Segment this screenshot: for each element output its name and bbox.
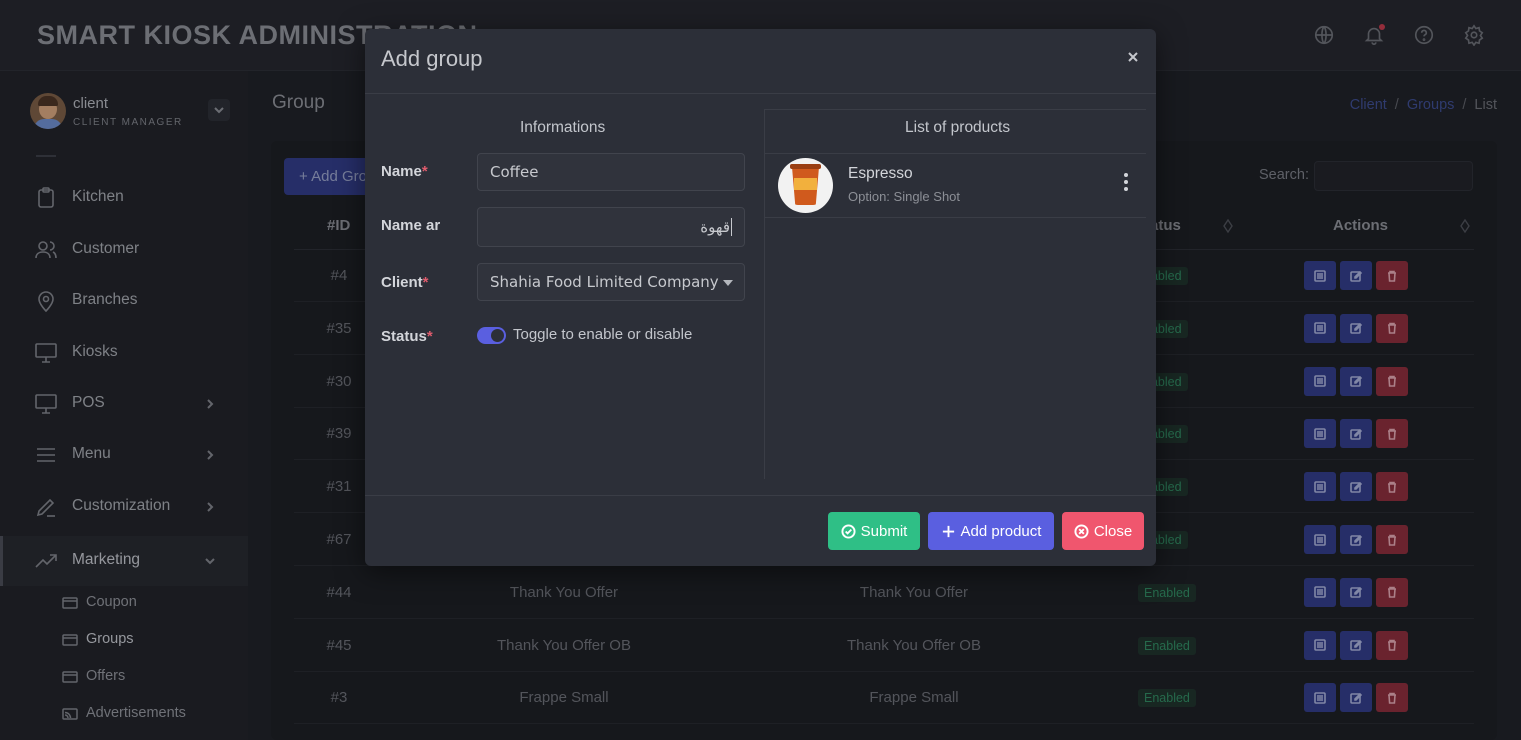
- name-ar-field[interactable]: قهوة: [477, 207, 745, 247]
- status-toggle-label: Toggle to enable or disable: [513, 326, 693, 343]
- modal-title: Add group: [381, 46, 483, 71]
- product-option: Option: Single Shot: [848, 189, 961, 204]
- check-circle-icon: [841, 523, 856, 539]
- product-item: Espresso Option: Single Shot: [765, 154, 1146, 218]
- products-header: List of products: [905, 119, 1011, 136]
- name-ar-label: Name ar: [381, 217, 441, 234]
- product-name: Espresso: [848, 165, 913, 182]
- divider: [365, 93, 1156, 94]
- product-image: [778, 158, 833, 213]
- name-label: Name*: [381, 163, 428, 180]
- x-circle-icon: [1074, 523, 1089, 539]
- name-field[interactable]: Coffee: [477, 153, 745, 191]
- more-vertical-icon[interactable]: [1119, 173, 1133, 195]
- submit-button[interactable]: Submit: [828, 512, 920, 550]
- divider: [764, 109, 1146, 110]
- status-label: Status*: [381, 328, 433, 345]
- close-icon[interactable]: [1125, 49, 1141, 65]
- plus-icon: [942, 525, 954, 537]
- add-group-modal: Add group Informations List of products …: [365, 29, 1156, 566]
- status-toggle[interactable]: [477, 327, 506, 344]
- client-label: Client*: [381, 274, 429, 291]
- client-select[interactable]: Shahia Food Limited Company: [477, 263, 745, 301]
- close-button[interactable]: Close: [1062, 512, 1144, 550]
- caret-down-icon: [723, 280, 733, 286]
- informations-header: Informations: [520, 119, 606, 136]
- add-product-button[interactable]: Add product: [928, 512, 1054, 550]
- divider: [365, 495, 1156, 496]
